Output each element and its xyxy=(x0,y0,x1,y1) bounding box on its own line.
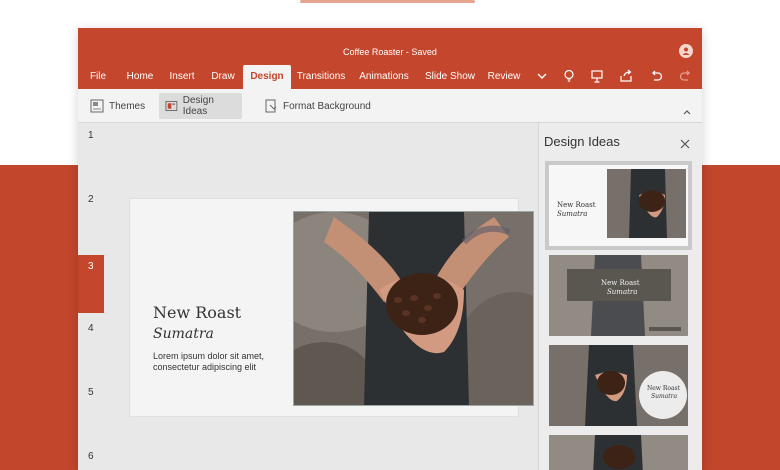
share-icon[interactable] xyxy=(618,68,634,84)
slide-thumbnail-number: 3 xyxy=(88,261,94,272)
slide-thumbnail-3-selected[interactable]: 3 xyxy=(78,255,104,313)
tab-animations[interactable]: Animations xyxy=(356,65,412,89)
redo-icon[interactable] xyxy=(678,68,694,84)
close-icon[interactable] xyxy=(680,136,690,149)
format-background-label: Format Background xyxy=(283,100,371,112)
idea-3-title: New Roast xyxy=(647,385,681,392)
design-idea-2[interactable]: New Roast Sumatra xyxy=(549,255,688,336)
themes-label: Themes xyxy=(109,100,146,112)
undo-icon[interactable] xyxy=(648,68,664,84)
tab-slide-show[interactable]: Slide Show xyxy=(422,65,478,89)
design-ideas-button[interactable]: Design Ideas xyxy=(159,93,242,119)
tab-review[interactable]: Review xyxy=(486,65,522,89)
format-background-icon xyxy=(265,99,277,113)
idea-1-title: New Roast xyxy=(557,201,596,209)
slide-thumbnails: 1 2 3 4 5 6 xyxy=(78,123,108,470)
slide-body-text[interactable]: Lorem ipsum dolor sit amet, consectetur … xyxy=(153,351,283,373)
format-background-button[interactable]: Format Background xyxy=(258,93,377,119)
tab-home[interactable]: Home xyxy=(122,65,158,89)
slide-canvas: New Roast Sumatra Lorem ipsum dolor sit … xyxy=(108,123,538,470)
lightbulb-icon[interactable] xyxy=(561,68,577,84)
app-window: Coffee Roaster - Saved File Home Insert … xyxy=(78,28,702,470)
document-title: Coffee Roaster - Saved xyxy=(343,47,437,57)
tab-draw[interactable]: Draw xyxy=(208,65,238,89)
current-slide[interactable]: New Roast Sumatra Lorem ipsum dolor sit … xyxy=(130,199,534,416)
slide-title[interactable]: New Roast xyxy=(153,303,241,322)
idea-2-subtitle: Sumatra xyxy=(607,288,638,296)
idea-1-subtitle: Sumatra xyxy=(557,210,588,218)
ribbon-tabs: File Home Insert Draw Design Transitions… xyxy=(78,65,702,89)
present-icon[interactable] xyxy=(589,68,605,84)
tab-transitions[interactable]: Transitions xyxy=(294,65,348,89)
design-idea-1[interactable]: New Roast Sumatra xyxy=(545,161,692,250)
tab-insert[interactable]: Insert xyxy=(166,65,198,89)
design-ideas-label: Design Ideas xyxy=(182,95,214,117)
design-idea-4[interactable] xyxy=(549,435,688,470)
idea-3-subtitle: Sumatra xyxy=(651,393,678,400)
backdrop-heading-fragment xyxy=(300,0,475,3)
slide-subtitle[interactable]: Sumatra xyxy=(153,326,214,342)
coffee-beans-photo[interactable] xyxy=(293,211,534,406)
themes-icon xyxy=(90,99,104,113)
tab-file[interactable]: File xyxy=(86,65,110,89)
slide-thumbnail-5[interactable]: 5 xyxy=(78,387,104,401)
account-icon[interactable] xyxy=(679,44,693,58)
collapse-ribbon-icon[interactable] xyxy=(682,104,692,115)
design-ideas-icon xyxy=(165,100,178,112)
slide-thumbnail-2[interactable]: 2 xyxy=(78,194,104,208)
slide-thumbnail-1[interactable]: 1 xyxy=(78,130,104,144)
chevron-down-icon[interactable] xyxy=(534,68,550,84)
design-ideas-pane: Design Ideas New Roast Sumatra New Roast… xyxy=(538,123,702,470)
design-toolbar: Themes Design Ideas Format Background xyxy=(78,89,702,123)
tab-design[interactable]: Design xyxy=(243,65,291,89)
title-bar: Coffee Roaster - Saved File Home Insert … xyxy=(78,28,702,89)
idea-2-title: New Roast xyxy=(601,279,640,287)
design-ideas-pane-title: Design Ideas xyxy=(544,134,620,149)
slide-thumbnail-6[interactable]: 6 xyxy=(78,451,104,465)
slide-thumbnail-4[interactable]: 4 xyxy=(78,323,104,337)
themes-button[interactable]: Themes xyxy=(84,93,151,119)
design-idea-3[interactable]: New Roast Sumatra xyxy=(549,345,688,426)
